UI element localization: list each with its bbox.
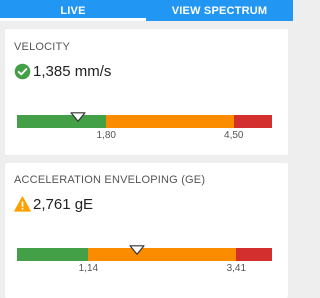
check-circle-icon <box>14 63 31 80</box>
threshold-label-danger: 4,50 <box>224 130 244 141</box>
tab-view-spectrum-label: VIEW SPECTRUM <box>171 4 268 17</box>
card-title: ACCELERATION ENVELOPING (GE) <box>14 174 206 186</box>
active-tab-indicator <box>0 18 146 21</box>
threshold-label-alert: 1,14 <box>78 263 99 274</box>
gauge-segment-warning <box>88 248 237 261</box>
acceleration-enveloping-card: ACCELERATION ENVELOPING (GE) 2,761 gE 1,… <box>5 163 288 298</box>
gauge-segment-danger <box>236 248 272 261</box>
threshold-label-alert: 1,80 <box>96 130 116 141</box>
warning-triangle-icon <box>14 196 31 212</box>
tab-live-label: LIVE <box>60 4 86 17</box>
tab-bar: LIVE VIEW SPECTRUM <box>0 0 293 21</box>
gauge-segment-danger <box>233 115 272 128</box>
card-title: VELOCITY <box>14 41 71 53</box>
gauge-segment-good <box>17 115 107 128</box>
velocity-card: VELOCITY 1,385 mm/s 1,80 4,50 <box>5 29 288 155</box>
value-row: 2,761 gE <box>14 195 93 213</box>
gauge-level-marker <box>70 112 86 122</box>
gauge-segment-warning <box>106 115 234 128</box>
measurement-value: 1,385 mm/s <box>33 62 112 80</box>
value-row: 1,385 mm/s <box>14 62 111 80</box>
severity-gauge-bar <box>17 115 272 128</box>
tab-view-spectrum[interactable]: VIEW SPECTRUM <box>146 0 293 21</box>
gauge-segment-good <box>17 248 89 261</box>
gauge-level-marker <box>129 245 145 255</box>
measurement-value: 2,761 gE <box>33 195 94 213</box>
threshold-label-danger: 3,41 <box>226 263 247 274</box>
